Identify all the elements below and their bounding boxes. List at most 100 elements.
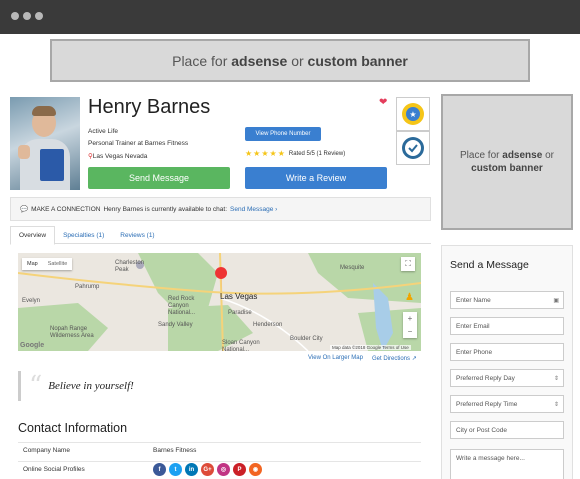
- select-arrows-icon: ⇕: [553, 375, 559, 382]
- verified-badge-icon: [396, 131, 430, 165]
- banner-text-mid: or: [291, 52, 304, 69]
- zoom-in-button[interactable]: +: [403, 312, 417, 325]
- top-banner[interactable]: Place for adsense or custom banner: [50, 39, 530, 82]
- map-place-label: Paradise: [228, 310, 252, 316]
- svg-text:★: ★: [409, 110, 416, 119]
- window-dot-icon: [23, 12, 31, 20]
- email-field-placeholder: Enter Email: [456, 322, 490, 330]
- pinterest-icon[interactable]: P: [233, 463, 246, 476]
- rating-text: Rated 5/5 (1 Review): [288, 150, 346, 157]
- banner-text-mid: or: [542, 150, 554, 161]
- quote-text: Believe in yourself!: [48, 380, 134, 392]
- map-place-label: Henderson: [253, 322, 283, 328]
- twitter-icon[interactable]: t: [169, 463, 182, 476]
- map-place-label: Nopah Range Wilderness Area: [50, 326, 94, 339]
- reply-day-value: Preferred Reply Day: [456, 374, 515, 382]
- map-place-label: Mesquite: [340, 265, 365, 271]
- company-name-label: Company Name: [23, 447, 70, 454]
- chat-bubble-icon: 💬: [20, 206, 29, 213]
- reply-time-value: Preferred Reply Time: [456, 400, 518, 408]
- favorite-heart-icon[interactable]: ❤: [379, 97, 387, 108]
- write-review-button[interactable]: Write a Review: [245, 167, 387, 189]
- table-row: Company Name Barnes Fitness: [18, 442, 421, 458]
- rss-icon[interactable]: ◉: [249, 463, 262, 476]
- reply-day-select[interactable]: Preferred Reply Day ⇕: [450, 369, 564, 387]
- map-city-label: Las Vegas: [220, 292, 258, 301]
- social-icons: f t in G+ ◎ P ◉: [153, 463, 262, 476]
- send-message-panel: [441, 245, 573, 479]
- map-place-label: Red Rock Canyon National...: [168, 296, 196, 316]
- phone-field[interactable]: Enter Phone: [450, 343, 564, 361]
- banner-text-prefix: Place for: [460, 150, 503, 161]
- star-icon: ★: [261, 149, 269, 158]
- tab-specialties[interactable]: Specialties (1): [55, 226, 112, 244]
- name-field-placeholder: Enter Name: [456, 296, 491, 304]
- quote-block: “ Believe in yourself!: [18, 371, 421, 401]
- name-field[interactable]: Enter Name ▣: [450, 291, 564, 309]
- facebook-icon[interactable]: f: [153, 463, 166, 476]
- social-profiles-label: Online Social Profiles: [23, 466, 85, 473]
- send-message-title: Send a Message: [450, 259, 529, 271]
- send-message-button[interactable]: Send Message: [88, 167, 230, 189]
- profile-job-title: Personal Trainer at Barnes Fitness: [88, 140, 189, 147]
- select-arrows-icon: ⇕: [553, 401, 559, 408]
- email-field[interactable]: Enter Email: [450, 317, 564, 335]
- window-titlebar: [0, 0, 580, 34]
- profile-location: ⚲Las Vegas Nevada: [88, 152, 147, 160]
- street-view-pegman-icon[interactable]: ♟: [405, 292, 414, 303]
- map-attribution[interactable]: Map data ©2018 Google Terms of Use: [330, 345, 411, 350]
- contact-card-icon: ▣: [553, 297, 559, 304]
- linkedin-icon[interactable]: in: [185, 463, 198, 476]
- get-directions-link[interactable]: Get Directions ↗: [372, 355, 417, 362]
- window-dot-icon: [35, 12, 43, 20]
- instagram-icon[interactable]: ◎: [217, 463, 230, 476]
- rating-stars: ★ ★ ★ ★ ★ Rated 5/5 (1 Review): [245, 149, 345, 158]
- profile-location-text: Las Vegas Nevada: [92, 153, 148, 160]
- star-icon: ★: [253, 149, 261, 158]
- fullscreen-icon[interactable]: ⛶: [401, 257, 415, 271]
- banner-text-bold: custom banner: [471, 163, 543, 174]
- profile-tabs: Overview Specialties (1) Reviews (1): [10, 226, 431, 245]
- star-icon: ★: [277, 149, 285, 158]
- connection-text: Henry Barnes is currently available to c…: [103, 205, 228, 213]
- connection-label: MAKE A CONNECTION: [31, 205, 101, 213]
- tab-reviews[interactable]: Reviews (1): [112, 226, 162, 244]
- company-name-value: Barnes Fitness: [153, 447, 197, 454]
- profile-tagline: Active Life: [88, 128, 118, 135]
- window-dot-icon: [11, 12, 19, 20]
- profile-photo: [10, 97, 80, 190]
- banner-text-bold: custom banner: [307, 52, 408, 69]
- map-place-label: Charleston Peak: [115, 260, 145, 273]
- map-type-map-button[interactable]: Map: [22, 258, 43, 270]
- external-link-icon: ↗: [411, 356, 417, 362]
- connection-bar: 💬 MAKE A CONNECTION Henry Barnes is curr…: [10, 197, 431, 221]
- view-phone-button[interactable]: View Phone Number: [245, 127, 321, 141]
- contact-info-title: Contact Information: [18, 421, 128, 435]
- map-place-label: Sloan Canyon National...: [222, 340, 260, 353]
- map-zoom-control: + −: [403, 312, 417, 338]
- message-placeholder: Write a message here...: [456, 455, 525, 462]
- google-logo: Google: [20, 342, 45, 349]
- quote-mark-icon: “: [29, 371, 43, 401]
- tab-overview[interactable]: Overview: [10, 226, 56, 245]
- reply-time-select[interactable]: Preferred Reply Time ⇕: [450, 395, 564, 413]
- view-larger-map-link[interactable]: View On Larger Map: [308, 355, 363, 361]
- phone-field-placeholder: Enter Phone: [456, 348, 493, 356]
- message-textarea[interactable]: Write a message here...: [450, 449, 564, 479]
- google-plus-icon[interactable]: G+: [201, 463, 214, 476]
- award-badge-icon: ★: [396, 97, 430, 131]
- side-banner[interactable]: Place for adsense or custom banner: [441, 94, 573, 230]
- map-type-satellite-button[interactable]: Satellite: [43, 258, 73, 270]
- city-field[interactable]: City or Post Code: [450, 421, 564, 439]
- city-field-placeholder: City or Post Code: [456, 426, 507, 434]
- banner-text-bold: adsense: [502, 150, 543, 161]
- banner-text-bold: adsense: [231, 52, 288, 69]
- banner-text-prefix: Place for: [172, 52, 228, 69]
- star-icon: ★: [245, 149, 253, 158]
- connection-send-link[interactable]: Send Message ›: [230, 206, 277, 213]
- map-type-control: Map Satellite: [22, 258, 73, 270]
- table-row: Online Social Profiles f t in G+ ◎ P ◉: [18, 461, 421, 477]
- map-place-label: Pahrump: [75, 284, 100, 290]
- zoom-out-button[interactable]: −: [403, 325, 417, 338]
- map-place-label: Boulder City: [290, 336, 323, 342]
